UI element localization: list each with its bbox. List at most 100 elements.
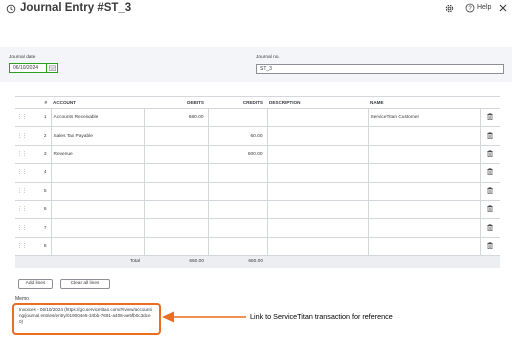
name-cell[interactable] (367, 182, 480, 201)
delete-row-button[interactable] (479, 182, 500, 201)
name-cell[interactable] (367, 126, 480, 146)
table-row: ⋮⋮ 8 (15, 237, 500, 257)
description-cell[interactable] (266, 200, 368, 220)
drag-handle-icon[interactable]: ⋮⋮ (15, 237, 29, 257)
memo-field[interactable]: Invoices - 06/10/2024 (https://go.servic… (12, 303, 161, 335)
credits-cell[interactable] (207, 182, 267, 201)
description-cell[interactable] (266, 126, 368, 146)
account-cell[interactable]: Accounts Receivable (50, 108, 144, 128)
journal-no-field[interactable]: ST_3 (256, 64, 504, 74)
account-cell[interactable]: Revenue (50, 145, 144, 165)
description-cell[interactable] (266, 108, 368, 128)
delete-row-button[interactable] (479, 200, 500, 220)
annotation-arrow (162, 311, 246, 323)
table-row: ⋮⋮ 4 (15, 163, 500, 183)
column-header-credits: CREDITS (208, 96, 267, 109)
table-row: ⋮⋮ 5 (15, 182, 500, 201)
name-cell[interactable] (367, 163, 480, 183)
drag-handle-icon[interactable]: ⋮⋮ (15, 126, 29, 146)
row-number: 2 (29, 126, 51, 146)
debits-cell[interactable] (143, 200, 208, 220)
debits-cell[interactable] (143, 126, 208, 146)
column-header-debits: DEBITS (144, 96, 208, 109)
drag-handle-icon[interactable]: ⋮⋮ (15, 200, 29, 220)
total-row: Total 660.00 660.00 (15, 255, 500, 268)
journal-lines-table: # ACCOUNT DEBITS CREDITS DESCRIPTION NAM… (15, 96, 500, 268)
debits-cell[interactable] (143, 163, 208, 183)
debits-cell[interactable] (143, 237, 208, 257)
description-cell[interactable] (266, 145, 368, 165)
description-cell[interactable] (266, 163, 368, 183)
trash-icon (487, 242, 493, 250)
row-number: 5 (29, 182, 51, 201)
credits-cell[interactable]: 600.00 (207, 145, 267, 165)
name-cell[interactable] (367, 145, 480, 165)
table-row: ⋮⋮ 3 Revenue 600.00 (15, 145, 500, 165)
drag-handle-icon[interactable]: ⋮⋮ (15, 145, 29, 165)
column-header-name: NAME (368, 96, 480, 109)
account-cell[interactable] (50, 200, 144, 220)
trash-icon (487, 205, 493, 213)
help-icon[interactable]: ? (465, 3, 475, 13)
trash-icon (487, 186, 493, 194)
column-header-description: DESCRIPTION (267, 96, 368, 109)
table-row: ⋮⋮ 1 Accounts Receivable 660.00 ServiceTitan… (15, 108, 500, 128)
delete-row-button[interactable] (479, 218, 500, 238)
delete-row-button[interactable] (479, 126, 500, 146)
header-bar: Journal Entry #ST_3 ? Help (0, 0, 512, 20)
description-cell[interactable] (266, 218, 368, 238)
gear-icon[interactable] (444, 3, 455, 14)
name-cell[interactable]: ServiceTitan Customer (367, 108, 480, 128)
account-cell[interactable]: Sales Tax Payable (50, 126, 144, 146)
row-number: 7 (29, 218, 51, 238)
trash-icon (487, 150, 493, 158)
description-cell[interactable] (266, 237, 368, 257)
debits-cell[interactable]: 660.00 (143, 108, 208, 128)
row-number: 8 (29, 237, 51, 257)
debits-cell[interactable] (143, 218, 208, 238)
calendar-button[interactable] (46, 63, 58, 73)
debits-cell[interactable] (143, 145, 208, 165)
name-cell[interactable] (367, 200, 480, 220)
drag-handle-icon[interactable]: ⋮⋮ (15, 108, 29, 128)
close-icon[interactable] (498, 3, 508, 13)
debits-cell[interactable] (143, 182, 208, 201)
table-row: ⋮⋮ 7 (15, 218, 500, 238)
trash-icon (487, 131, 493, 139)
memo-text: Invoices - 06/10/2024 (https://go.servic… (19, 307, 152, 324)
credits-cell[interactable] (207, 237, 267, 257)
trash-icon (487, 168, 493, 176)
account-cell[interactable] (50, 218, 144, 238)
account-cell[interactable] (50, 237, 144, 257)
add-lines-button[interactable]: Add lines (18, 279, 53, 289)
help-label[interactable]: Help (477, 4, 491, 11)
drag-column-header (15, 96, 29, 109)
drag-handle-icon[interactable]: ⋮⋮ (15, 218, 29, 238)
account-cell[interactable] (50, 163, 144, 183)
row-number: 3 (29, 145, 51, 165)
account-cell[interactable] (50, 182, 144, 201)
credits-cell[interactable] (207, 108, 267, 128)
row-number: 4 (29, 163, 51, 183)
row-number: 1 (29, 108, 51, 128)
table-row: ⋮⋮ 2 Sales Tax Payable 60.00 (15, 126, 500, 146)
credits-cell[interactable]: 60.00 (207, 126, 267, 146)
name-cell[interactable] (367, 237, 480, 257)
credits-cell[interactable] (207, 218, 267, 238)
journal-no-label: Journal no. (256, 55, 280, 60)
credits-cell[interactable] (207, 163, 267, 183)
total-credits: 660.00 (208, 255, 267, 268)
delete-row-button[interactable] (479, 145, 500, 165)
calendar-icon (49, 65, 56, 72)
credits-cell[interactable] (207, 200, 267, 220)
history-icon[interactable] (6, 4, 16, 14)
delete-row-button[interactable] (479, 237, 500, 257)
name-cell[interactable] (367, 218, 480, 238)
drag-handle-icon[interactable]: ⋮⋮ (15, 163, 29, 183)
description-cell[interactable] (266, 182, 368, 201)
clear-all-lines-button[interactable]: Clear all lines (60, 279, 110, 289)
drag-handle-icon[interactable]: ⋮⋮ (15, 182, 29, 201)
delete-row-button[interactable] (479, 108, 500, 128)
column-header-num: # (29, 96, 51, 109)
delete-row-button[interactable] (479, 163, 500, 183)
